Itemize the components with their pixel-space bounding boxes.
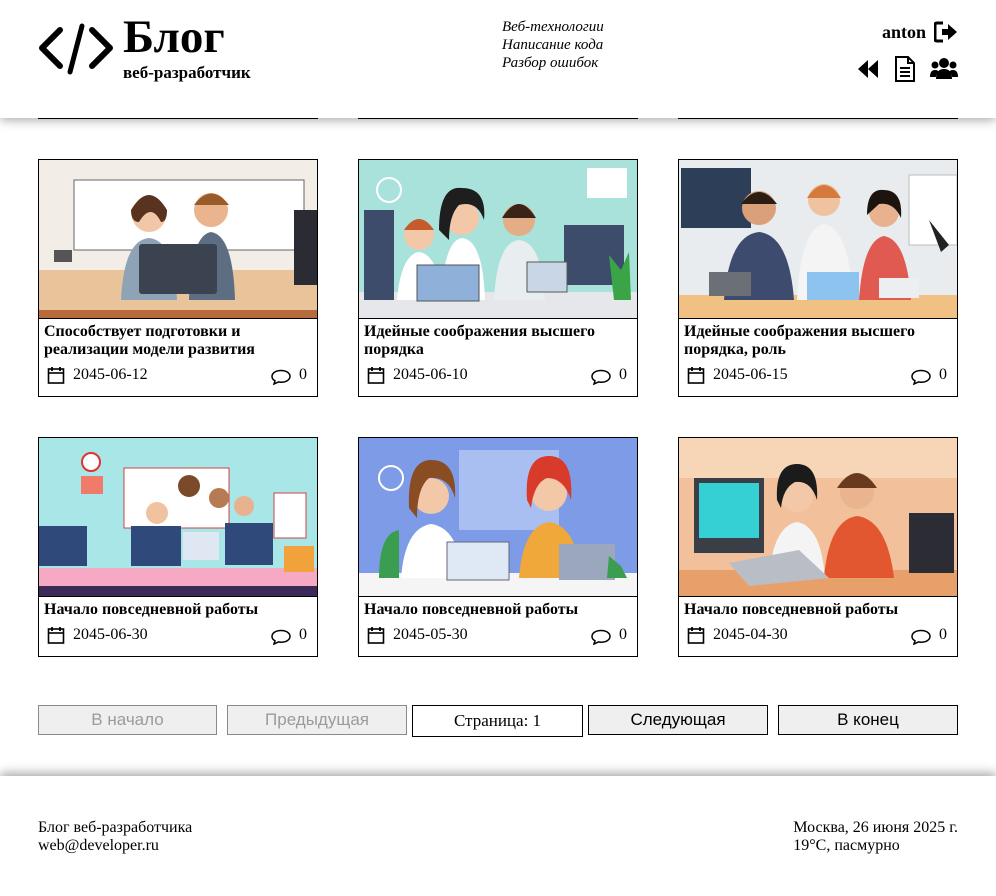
comment-icon — [591, 369, 611, 385]
calendar-icon — [47, 627, 65, 644]
post-date: 2045-06-15 — [713, 366, 788, 383]
calendar-icon — [367, 627, 385, 644]
comment-count: 0 — [299, 626, 307, 643]
calendar-icon — [687, 367, 705, 384]
pagination: В начало Предыдущая Страница: 1 Следующа… — [38, 705, 958, 737]
username[interactable]: anton — [882, 22, 926, 43]
footer-date: Москва, 26 июня 2025 г. — [793, 819, 958, 836]
post-meta: 2045-06-12 0 — [47, 365, 307, 385]
footer-contacts: Блог веб-разработчика web@developer.ru — [38, 819, 192, 855]
backward-icon[interactable] — [856, 57, 880, 86]
post-meta: 2045-05-30 0 — [367, 625, 627, 645]
post-card[interactable]: Идейные соображения высшего порядка, рол… — [678, 159, 958, 397]
footer-info: Москва, 26 июня 2025 г. 19°C, пасмурно — [793, 819, 958, 855]
comment-count: 0 — [939, 626, 947, 643]
comment-count: 0 — [619, 366, 627, 383]
calendar-icon — [47, 367, 65, 384]
site-footer: Блог веб-разработчика web@developer.ru М… — [0, 776, 996, 896]
post-date: 2045-06-10 — [393, 366, 468, 383]
site-header: Блог веб-разработчик Веб-технологии Напи… — [0, 0, 996, 118]
page-indicator: Страница: 1 — [412, 705, 583, 737]
topic-link[interactable]: Написание кода — [502, 36, 604, 54]
post-card[interactable]: Начало повседневной работы 2045-06-30 0 — [38, 437, 318, 657]
header-toolbar — [856, 56, 958, 87]
calendar-icon — [687, 627, 705, 644]
comment-icon — [271, 629, 291, 645]
comment-icon — [271, 369, 291, 385]
next-page-button[interactable]: Следующая — [588, 705, 768, 735]
logout-icon[interactable] — [934, 21, 958, 43]
topic-link[interactable]: Разбор ошибок — [502, 54, 604, 72]
post-meta: 2045-06-10 0 — [367, 365, 627, 385]
post-image[interactable] — [359, 438, 637, 597]
post-date: 2045-04-30 — [713, 626, 788, 643]
document-icon[interactable] — [894, 56, 916, 87]
code-logo-icon — [39, 23, 113, 75]
first-page-button[interactable]: В начало — [38, 705, 217, 735]
users-icon[interactable] — [930, 57, 958, 86]
post-image[interactable] — [679, 438, 957, 597]
post-date: 2045-06-12 — [73, 366, 148, 383]
footer-blog-name: Блог веб-разработчика — [38, 819, 193, 836]
last-page-button[interactable]: В конец — [778, 705, 958, 735]
post-title[interactable]: Способствует подготовки и реализации мод… — [44, 323, 312, 359]
comment-count: 0 — [939, 366, 947, 383]
topic-link[interactable]: Веб-технологии — [502, 18, 604, 36]
post-meta: 2045-04-30 0 — [687, 625, 947, 645]
comment-count: 0 — [299, 366, 307, 383]
post-title[interactable]: Начало повседневной работы — [44, 601, 312, 619]
post-meta: 2045-06-30 0 — [47, 625, 307, 645]
user-block: anton — [882, 20, 958, 44]
site-title[interactable]: Блог — [123, 10, 225, 64]
comment-count: 0 — [619, 626, 627, 643]
post-title[interactable]: Начало повседневной работы — [684, 601, 952, 619]
post-title[interactable]: Начало повседневной работы — [364, 601, 632, 619]
site-subtitle: веб-разработчик — [123, 63, 251, 82]
prev-page-button[interactable]: Предыдущая — [227, 705, 407, 735]
calendar-icon — [367, 367, 385, 384]
post-card[interactable]: Начало повседневной работы 2045-04-30 0 — [678, 437, 958, 657]
post-title[interactable]: Идейные соображения высшего порядка, рол… — [684, 323, 952, 359]
footer-email[interactable]: web@developer.ru — [38, 837, 192, 855]
post-title[interactable]: Идейные соображения высшего порядка — [364, 323, 632, 359]
post-image[interactable] — [39, 160, 317, 319]
post-meta: 2045-06-15 0 — [687, 365, 947, 385]
post-date: 2045-06-30 — [73, 626, 148, 643]
footer-weather: 19°C, пасмурно — [793, 837, 900, 854]
comment-icon — [911, 629, 931, 645]
post-image[interactable] — [39, 438, 317, 597]
comment-icon — [591, 629, 611, 645]
post-card[interactable]: Начало повседневной работы 2045-05-30 0 — [358, 437, 638, 657]
topic-links: Веб-технологии Написание кода Разбор оши… — [502, 18, 604, 72]
comment-icon — [911, 369, 931, 385]
post-card[interactable]: Способствует подготовки и реализации мод… — [38, 159, 318, 397]
post-image[interactable] — [359, 160, 637, 319]
post-card[interactable]: Идейные соображения высшего порядка 2045… — [358, 159, 638, 397]
post-image[interactable] — [679, 160, 957, 319]
post-date: 2045-05-30 — [393, 626, 468, 643]
